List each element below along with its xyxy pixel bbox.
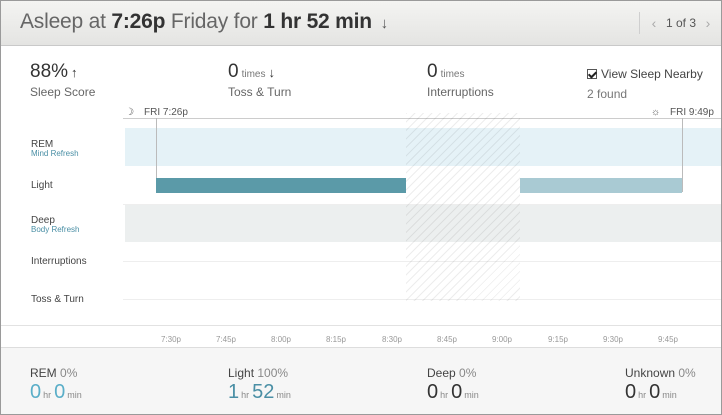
title-start-time: 7:26p (111, 10, 166, 33)
axis-tick: 9:30p (602, 335, 624, 344)
hr-unit: hr (241, 390, 250, 400)
axis-tick: 9:45p (657, 335, 679, 344)
sun-icon: ☼ (651, 107, 661, 118)
nearby-found-count: 2 found (587, 87, 628, 101)
sleep-title: Asleep at 7:26p Friday for 1 hr 52 min ↓ (20, 10, 388, 34)
interruptions-value: 0 (427, 61, 438, 82)
summary-rem: REM 0% 0 hr 0 min (30, 366, 85, 404)
deep-minutes: 0 (451, 381, 463, 403)
row-deep: Deep Body Refresh (1, 204, 721, 242)
axis-tick: 8:30p (381, 335, 403, 344)
header-bar: Asleep at 7:26p Friday for 1 hr 52 min ↓… (1, 1, 721, 46)
light-label: Light (228, 366, 255, 380)
light-percent: 100% (257, 366, 289, 380)
arrow-down-icon: ↓ (268, 65, 275, 80)
axis-tick: 8:45p (436, 335, 458, 344)
end-marker-line (682, 118, 683, 192)
row-light-label: Light (31, 180, 53, 191)
title-duration: 1 hr 52 min (263, 10, 372, 33)
hr-unit: hr (638, 390, 647, 400)
chevron-right-icon[interactable]: › (703, 15, 713, 31)
stat-sleep-score: 88% ↑ Sleep Score (30, 61, 95, 99)
axis-tick: 9:15p (547, 335, 569, 344)
light-sleep-segment[interactable] (156, 178, 406, 193)
checkbox-checked-icon[interactable] (587, 69, 597, 79)
deep-percent: 0% (459, 366, 477, 380)
view-sleep-nearby-checkbox[interactable]: View Sleep Nearby (587, 67, 703, 81)
axis-tick: 7:45p (215, 335, 237, 344)
arrow-down-icon: ↓ (380, 15, 389, 32)
toss-turn-value: 0 (228, 61, 239, 82)
stat-toss-turn: 0 times ↓ Toss & Turn (228, 61, 291, 99)
end-time-caption: FRI 9:49p (670, 107, 714, 118)
hr-unit: hr (43, 390, 52, 400)
row-toss-turn-label: Toss & Turn (31, 294, 84, 305)
min-unit: min (464, 390, 479, 400)
row-rem-sublabel: Mind Refresh (31, 149, 79, 158)
toss-turn-label: Toss & Turn (228, 85, 292, 99)
min-unit: min (276, 390, 291, 400)
light-sleep-segment-nearby[interactable] (520, 178, 682, 193)
sleep-detail-panel: Asleep at 7:26p Friday for 1 hr 52 min ↓… (0, 0, 722, 415)
title-day: Friday for (170, 10, 258, 33)
unknown-hours: 0 (625, 381, 637, 403)
stage-summary-footer: REM 0% 0 hr 0 min Light 100% 1 hr 52 min Deep … (1, 347, 721, 414)
rem-hours: 0 (30, 381, 42, 403)
row-deep-sublabel: Body Refresh (31, 225, 80, 234)
interruptions-unit: times (440, 69, 465, 80)
pager: ‹ 1 of 3 › (633, 10, 713, 36)
summary-unknown: Unknown 0% 0 hr 0 min (625, 366, 696, 404)
axis-tick: 9:00p (491, 335, 513, 344)
arrow-up-icon: ↑ (71, 65, 78, 80)
axis-tick: 7:30p (160, 335, 182, 344)
sleep-timeline-chart: ☽ FRI 7:26p ☼ FRI 9:49p REM Mind Refresh… (1, 105, 721, 345)
deep-label: Deep (427, 366, 456, 380)
hr-unit: hr (440, 390, 449, 400)
view-sleep-nearby-label: View Sleep Nearby (601, 67, 703, 81)
light-hours: 1 (228, 381, 240, 403)
stat-interruptions: 0 times Interruptions (427, 61, 494, 99)
unknown-label: Unknown (625, 366, 676, 380)
chevron-left-icon[interactable]: ‹ (649, 15, 659, 31)
min-unit: min (67, 390, 82, 400)
rem-percent: 0% (60, 366, 78, 380)
row-rem: REM Mind Refresh (1, 128, 721, 166)
summary-light: Light 100% 1 hr 52 min (228, 366, 294, 404)
rem-label: REM (30, 366, 57, 380)
gap-hatched-region (406, 113, 520, 301)
start-time-caption: FRI 7:26p (144, 107, 188, 118)
light-minutes: 52 (252, 381, 275, 403)
axis-tick: 8:15p (325, 335, 347, 344)
pager-label: 1 of 3 (665, 16, 696, 30)
axis-line (1, 325, 721, 326)
title-prefix: Asleep at (20, 10, 106, 33)
row-interruptions-label: Interruptions (31, 256, 87, 267)
axis-tick: 8:00p (270, 335, 292, 344)
summary-deep: Deep 0% 0 hr 0 min (427, 366, 482, 404)
unknown-percent: 0% (678, 366, 696, 380)
toss-turn-unit: times (241, 69, 266, 80)
moon-icon: ☽ (125, 107, 134, 118)
rem-minutes: 0 (54, 381, 66, 403)
sleep-score-value: 88% (30, 61, 69, 82)
pager-divider (638, 12, 640, 34)
min-unit: min (662, 390, 677, 400)
interruptions-label: Interruptions (427, 85, 494, 99)
sleep-score-label: Sleep Score (30, 85, 96, 99)
unknown-minutes: 0 (649, 381, 661, 403)
deep-hours: 0 (427, 381, 439, 403)
